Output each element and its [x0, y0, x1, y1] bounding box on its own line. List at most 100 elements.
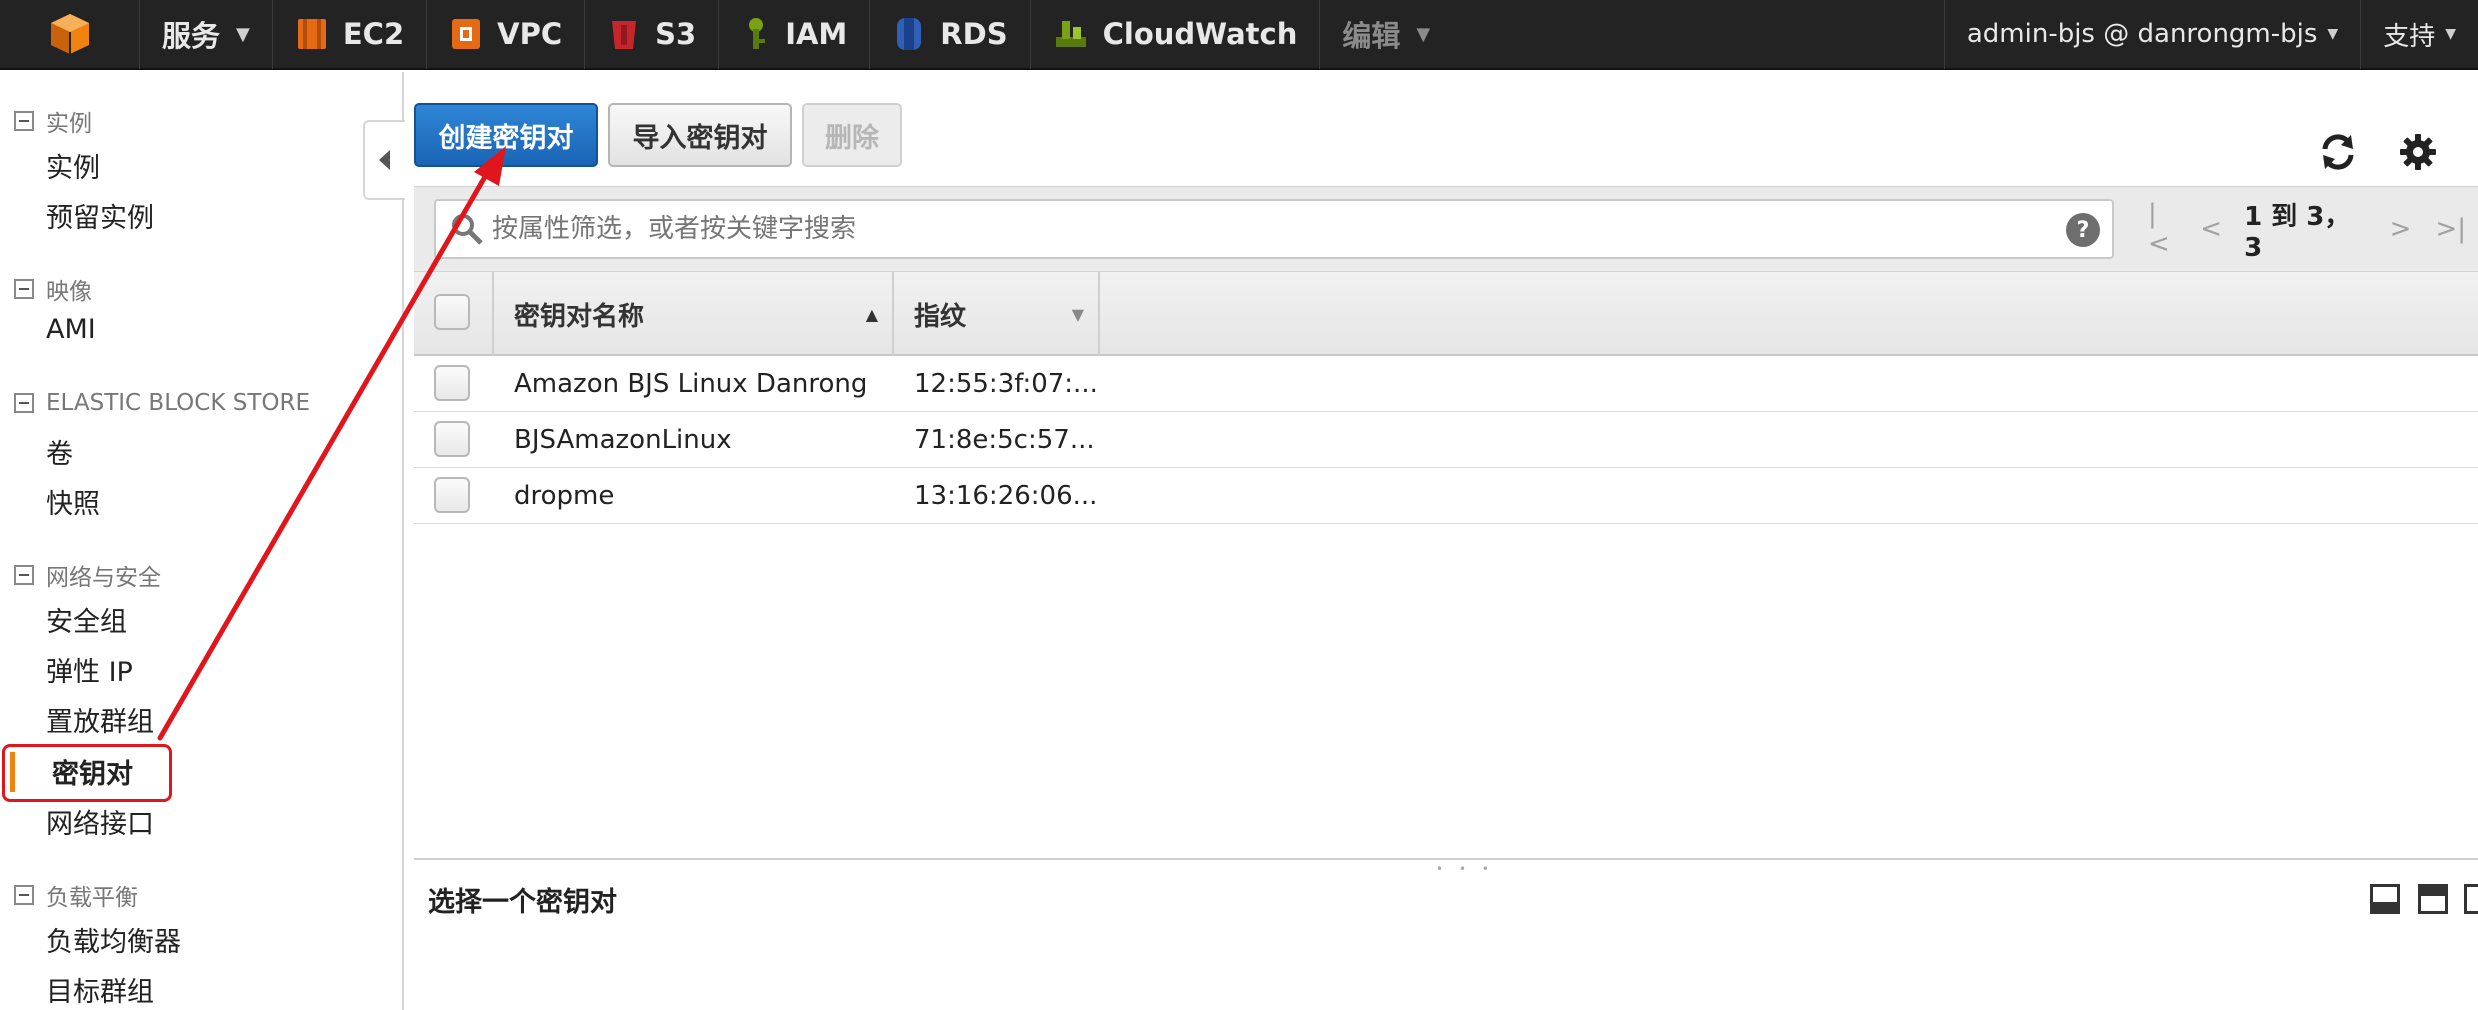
- detail-pane-title: 选择一个密钥对: [428, 887, 617, 918]
- chevron-down-icon: ▼: [236, 23, 250, 45]
- support-menu[interactable]: 支持 ▼: [2360, 0, 2478, 69]
- sidebar-item-network-interfaces[interactable]: 网络接口: [46, 802, 154, 841]
- highlight-box: [2, 744, 172, 802]
- sidebar-item-placement-groups[interactable]: 置放群组: [46, 700, 154, 739]
- fingerprint-cell: 71:8e:5c:57...: [914, 425, 1095, 455]
- drag-handle-icon[interactable]: • • •: [1436, 862, 1495, 876]
- nav-ec2-label: EC2: [342, 17, 405, 51]
- pagination-text: 1 到 3， 3: [2244, 201, 2351, 263]
- sidebar-item-volumes[interactable]: 卷: [46, 432, 73, 471]
- table-row[interactable]: BJSAmazonLinux 71:8e:5c:57...: [414, 412, 2478, 468]
- sidebar-item-ami[interactable]: AMI: [46, 314, 96, 345]
- column-header-key-pair-name[interactable]: 密钥对名称 ▲: [492, 272, 892, 356]
- sidebar-item-security-groups[interactable]: 安全组: [46, 600, 127, 639]
- edit-label: 编辑: [1342, 19, 1401, 53]
- sidebar-group-load-balancing[interactable]: 负载平衡: [14, 878, 138, 912]
- fingerprint-cell: 13:16:26:06...: [914, 481, 1098, 511]
- ec2-icon: [295, 15, 329, 53]
- sidebar-group-title: 网络与安全: [46, 565, 161, 591]
- table-row[interactable]: dropme 13:16:26:06...: [414, 468, 2478, 524]
- layout-top-pane-icon[interactable]: [2418, 884, 2448, 914]
- sidebar-item-load-balancers[interactable]: 负载均衡器: [46, 920, 181, 959]
- row-checkbox[interactable]: [434, 365, 470, 401]
- collapse-minus-icon[interactable]: [14, 565, 34, 585]
- select-all-checkbox[interactable]: [434, 294, 470, 330]
- column-header-fingerprint[interactable]: 指纹 ▼: [892, 272, 1100, 356]
- collapse-minus-icon[interactable]: [14, 111, 34, 131]
- nav-cloudwatch[interactable]: CloudWatch: [1031, 0, 1321, 69]
- s3-icon: [607, 15, 641, 53]
- row-checkbox[interactable]: [434, 421, 470, 457]
- sort-desc-icon: ▼: [1071, 304, 1084, 324]
- import-key-pair-button[interactable]: 导入密钥对: [608, 103, 792, 167]
- chevron-down-icon: ▼: [2445, 26, 2456, 42]
- key-pair-name-cell: Amazon BJS Linux Danrong: [514, 369, 868, 399]
- chevron-left-icon: [379, 150, 390, 170]
- sidebar-group-title: 实例: [46, 111, 92, 137]
- sidebar-group-instances[interactable]: 实例: [14, 104, 92, 138]
- top-navigation-bar: 服务 ▼ EC2 VPC S3 IAM RDS CloudWatch 编辑 ▼ …: [0, 0, 2478, 70]
- edit-menu[interactable]: 编辑 ▼: [1320, 0, 1452, 69]
- delete-button[interactable]: 删除: [802, 103, 902, 167]
- prev-page-icon[interactable]: <: [2200, 214, 2222, 244]
- collapse-minus-icon[interactable]: [14, 279, 34, 299]
- sidebar-group-title: ELASTIC BLOCK STORE: [46, 390, 311, 416]
- chevron-down-icon: ▼: [1416, 23, 1431, 45]
- sidebar-group-network-security[interactable]: 网络与安全: [14, 558, 161, 592]
- aws-logo-icon[interactable]: [0, 0, 140, 69]
- sidebar-item-snapshots[interactable]: 快照: [46, 482, 100, 521]
- sidebar-item-instances[interactable]: 实例: [46, 146, 100, 185]
- sidebar-collapse-button[interactable]: [363, 120, 405, 200]
- key-pair-name-cell: dropme: [514, 481, 615, 511]
- chevron-down-icon: ▼: [2327, 26, 2339, 42]
- collapse-minus-icon[interactable]: [14, 885, 34, 905]
- nav-rds[interactable]: RDS: [870, 0, 1031, 69]
- iam-icon: [741, 15, 771, 53]
- search-box[interactable]: ?: [434, 199, 2114, 259]
- nav-rds-label: RDS: [940, 17, 1008, 51]
- collapse-minus-icon[interactable]: [14, 393, 34, 413]
- services-label: 服务: [162, 19, 221, 53]
- cloudwatch-icon: [1053, 15, 1089, 53]
- pagination: |< < 1 到 3， 3 > >|: [2136, 199, 2478, 263]
- account-label: admin-bjs @ danrongm-bjs: [1966, 19, 2318, 49]
- layout-side-pane-icon[interactable]: [2464, 884, 2478, 914]
- nav-iam-label: IAM: [785, 17, 848, 51]
- nav-iam[interactable]: IAM: [719, 0, 871, 69]
- sidebar-item-elastic-ip[interactable]: 弹性 IP: [46, 650, 133, 689]
- row-checkbox[interactable]: [434, 477, 470, 513]
- settings-gear-icon[interactable]: [2394, 128, 2442, 176]
- nav-vpc[interactable]: VPC: [427, 0, 586, 69]
- key-pair-name-cell: BJSAmazonLinux: [514, 425, 732, 455]
- support-label: 支持: [2383, 21, 2436, 52]
- last-page-icon[interactable]: >|: [2435, 214, 2466, 244]
- first-page-icon[interactable]: |<: [2148, 199, 2176, 259]
- nav-cloudwatch-label: CloudWatch: [1102, 17, 1298, 51]
- services-menu[interactable]: 服务 ▼: [140, 0, 273, 69]
- nav-s3[interactable]: S3: [585, 0, 720, 69]
- sidebar-group-ebs[interactable]: ELASTIC BLOCK STORE: [14, 390, 310, 416]
- key-pairs-table: 密钥对名称 ▲ 指纹 ▼ Amazon BJS Linux Danrong 12…: [414, 272, 2478, 524]
- sort-asc-icon: ▲: [865, 304, 878, 324]
- table-row[interactable]: Amazon BJS Linux Danrong 12:55:3f:07:...: [414, 356, 2478, 412]
- search-input[interactable]: [492, 214, 1992, 244]
- search-icon: [450, 212, 484, 246]
- rds-icon: [892, 15, 926, 53]
- sidebar-item-target-groups[interactable]: 目标群组: [46, 970, 154, 1009]
- filter-bar: ? |< < 1 到 3， 3 > >|: [414, 186, 2478, 272]
- next-page-icon[interactable]: >: [2390, 214, 2412, 244]
- fingerprint-cell: 12:55:3f:07:...: [914, 369, 1098, 399]
- refresh-icon[interactable]: [2314, 128, 2362, 176]
- help-icon[interactable]: ?: [2066, 213, 2100, 247]
- sidebar-group-images[interactable]: 映像: [14, 272, 92, 306]
- create-key-pair-button[interactable]: 创建密钥对: [414, 103, 598, 167]
- left-sidebar: 实例 实例 预留实例 映像 AMI ELASTIC BLOCK STORE 卷 …: [0, 72, 404, 1010]
- sidebar-item-reserved-instances[interactable]: 预留实例: [46, 196, 154, 235]
- column-header-label: 指纹: [914, 301, 967, 332]
- layout-bottom-pane-icon[interactable]: [2370, 884, 2400, 914]
- nav-vpc-label: VPC: [497, 17, 563, 51]
- detail-pane-splitter[interactable]: [414, 858, 2478, 860]
- column-header-label: 密钥对名称: [514, 301, 645, 332]
- nav-ec2[interactable]: EC2: [273, 0, 428, 69]
- account-menu[interactable]: admin-bjs @ danrongm-bjs ▼: [1943, 0, 2360, 69]
